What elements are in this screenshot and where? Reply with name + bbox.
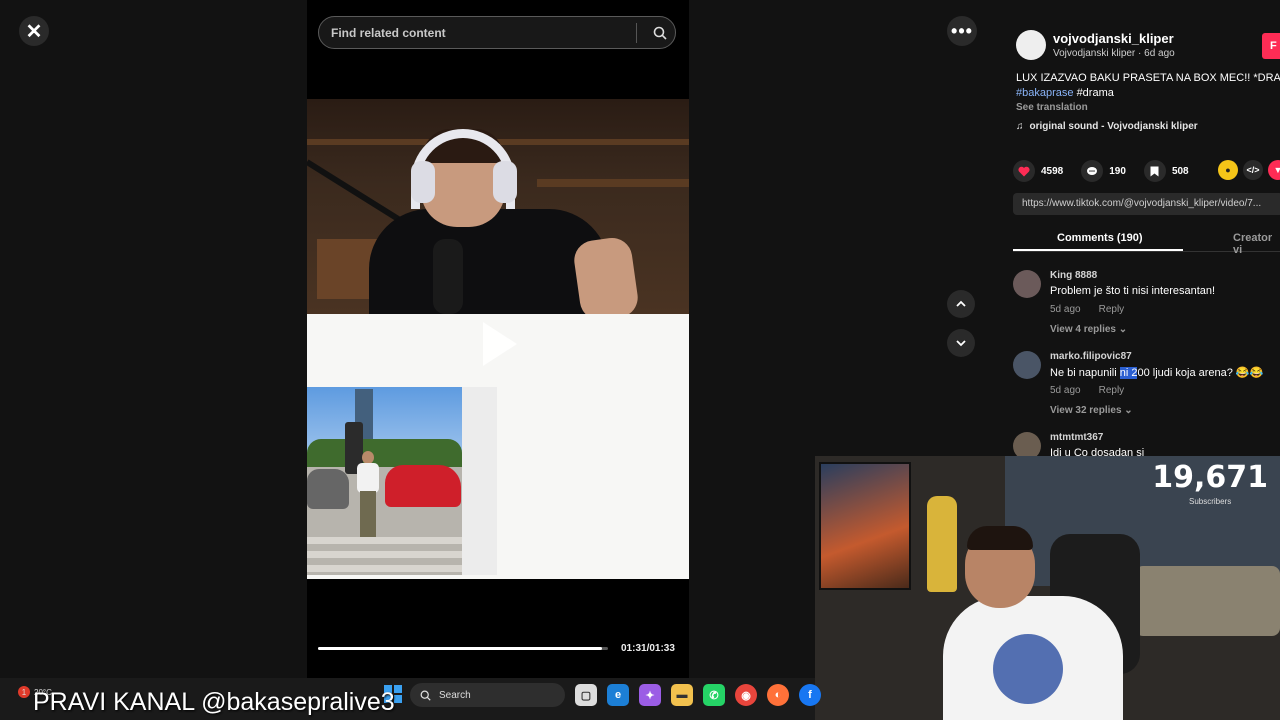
video-url-field[interactable]: https://www.tiktok.com/@vojvodjanski_kli… [1013, 193, 1280, 215]
search-divider [636, 22, 637, 43]
save-stat[interactable]: 508 [1143, 160, 1189, 182]
folder-icon[interactable]: ▬ [671, 684, 693, 706]
comment-age: 5d ago [1050, 385, 1081, 396]
sound-label: original sound - Vojvodjanski kliper [1029, 121, 1198, 132]
comment-item: mtmtmt367 Idi u Co dosadan si [1013, 432, 1280, 456]
comment-item: King 8888 Problem je što ti nisi interes… [1013, 270, 1280, 340]
figurine [927, 496, 957, 592]
commenter-avatar[interactable] [1013, 432, 1041, 456]
like-count: 4598 [1041, 165, 1064, 177]
firefox-icon[interactable]: ◐ [767, 684, 789, 706]
see-translation-link[interactable]: See translation [1016, 102, 1088, 113]
next-video-button[interactable] [947, 329, 975, 357]
photo-thumbnail [307, 387, 462, 575]
comment-text-part: Ne bi napunili [1050, 367, 1120, 379]
post-details-panel: vojvodjanski_kliper Vojvodjanski kliper … [1003, 16, 1280, 456]
author-username[interactable]: vojvodjanski_kliper [1053, 31, 1174, 46]
more-options-button[interactable]: ••• [947, 16, 977, 46]
chevron-up-icon [956, 300, 966, 307]
view-replies-link[interactable]: View 4 replies ⌄ [1050, 324, 1127, 335]
like-stat[interactable]: 4598 [1013, 160, 1063, 182]
notification-badge: 1 [18, 686, 30, 698]
selected-text: ni 2 [1119, 367, 1138, 379]
comment-text: Idi u Co dosadan si [1050, 447, 1145, 456]
video-streamer-frame [307, 99, 689, 314]
comment-age: 5d ago [1050, 304, 1081, 315]
tiktok-viewer: ✕ Find related content 01:31/01:33 ••• v… [0, 0, 1280, 720]
view-replies-link[interactable]: View 32 replies ⌄ [1050, 405, 1133, 416]
webcam-overlay: 19,671 Subscribers [815, 456, 1280, 720]
music-note-icon: ♫ [1016, 121, 1024, 132]
close-button[interactable]: ✕ [19, 16, 49, 46]
active-tab-indicator [1013, 249, 1183, 251]
video-image-panel [307, 314, 689, 579]
facebook-icon[interactable]: f [799, 684, 821, 706]
comment-icon [1081, 160, 1104, 182]
subscriber-counter: 19,671 Subscribers [1152, 460, 1268, 506]
whatsapp-icon[interactable]: ✆ [703, 684, 725, 706]
taskbar-search-label: Search [439, 689, 471, 701]
heart-icon [1013, 160, 1035, 182]
search-icon[interactable] [645, 26, 675, 40]
previous-video-button[interactable] [947, 290, 975, 318]
reply-button[interactable]: Reply [1099, 385, 1125, 396]
search-icon [420, 690, 431, 701]
chrome-icon[interactable]: ◉ [735, 684, 757, 706]
share-icons: ● </> ▼ [1218, 160, 1280, 180]
share-icon[interactable]: ▼ [1268, 160, 1280, 180]
subscriber-count: 19,671 [1152, 460, 1268, 495]
comment-tabs: Comments (190) Creator vi [1013, 230, 1280, 256]
taskbar-search[interactable]: Search [410, 683, 565, 707]
engagement-stats: 4598 190 508 [1013, 160, 1199, 182]
comment-meta: 5d ago Reply [1050, 304, 1124, 315]
comment-text-part: 00 ljudi koja arena? 😂😂 [1137, 367, 1264, 379]
follow-button[interactable]: F [1262, 33, 1280, 59]
edge-icon[interactable]: e [607, 684, 629, 706]
author-avatar[interactable] [1016, 30, 1046, 60]
close-icon: ✕ [25, 20, 43, 43]
commenter-name[interactable]: King 8888 [1050, 270, 1097, 281]
embed-icon[interactable]: </> [1243, 160, 1263, 180]
comment-text: Ne bi napunili ni 200 ljudi koja arena? … [1050, 366, 1263, 379]
tv-screen [819, 462, 911, 590]
taskbar-apps: ▢ e ✦ ▬ ✆ ◉ ◐ f [575, 684, 821, 706]
video-player[interactable]: 01:31/01:33 [307, 0, 689, 678]
comment-stat[interactable]: 190 [1081, 160, 1126, 182]
microphone [433, 239, 463, 314]
commenter-avatar[interactable] [1013, 351, 1041, 379]
save-count: 508 [1171, 165, 1189, 177]
play-icon[interactable] [483, 322, 517, 366]
more-icon: ••• [951, 20, 973, 41]
hashtag-link[interactable]: #bakaprase [1016, 87, 1074, 99]
copilot-icon[interactable]: ✦ [639, 684, 661, 706]
comment-item: marko.filipovic87 Ne bi napunili ni 200 … [1013, 351, 1280, 421]
author-subline: Vojvodjanski kliper · 6d ago [1053, 48, 1175, 59]
sound-link[interactable]: ♫ original sound - Vojvodjanski kliper [1016, 121, 1198, 132]
commenter-name[interactable]: mtmtmt367 [1050, 432, 1103, 443]
comment-meta: 5d ago Reply [1050, 385, 1124, 396]
comment-count: 190 [1109, 165, 1126, 177]
hashtags: #bakaprase #drama [1016, 87, 1114, 99]
tab-comments[interactable]: Comments (190) [1057, 232, 1143, 244]
commenter-avatar[interactable] [1013, 270, 1041, 298]
hashtag-link[interactable]: #drama [1077, 87, 1114, 99]
coin-icon[interactable]: ● [1218, 160, 1238, 180]
tab-creator-videos[interactable]: Creator vi [1233, 232, 1280, 256]
task-view-icon[interactable]: ▢ [575, 684, 597, 706]
video-time: 01:31/01:33 [621, 643, 675, 654]
channel-banner: PRAVI KANAL @bakasepralive3 [33, 688, 395, 716]
progress-bar[interactable] [318, 647, 603, 650]
bookmark-icon [1143, 160, 1166, 182]
subscriber-label: Subscribers [1188, 497, 1232, 506]
comment-text: Problem je što ti nisi interesantan! [1050, 285, 1216, 297]
chevron-down-icon [956, 340, 966, 347]
related-search [318, 16, 676, 49]
commenter-name[interactable]: marko.filipovic87 [1050, 351, 1132, 362]
post-caption: LUX IZAZVAO BAKU PRASETA NA BOX MEC!! *D… [1016, 72, 1280, 84]
reply-button[interactable]: Reply [1099, 304, 1125, 315]
related-search-input[interactable] [331, 25, 636, 40]
